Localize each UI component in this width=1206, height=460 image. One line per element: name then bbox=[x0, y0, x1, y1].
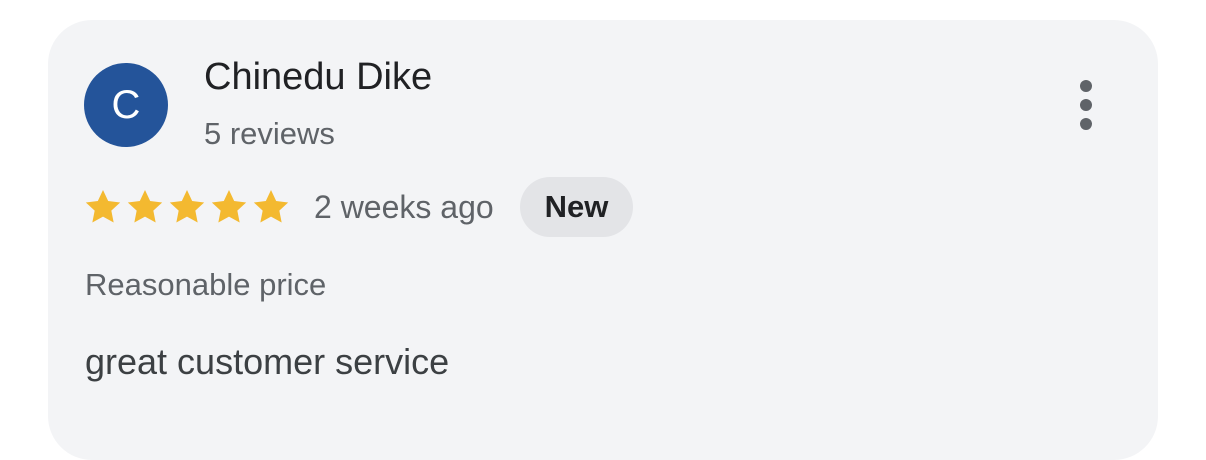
author-review-count[interactable]: 5 reviews bbox=[204, 116, 335, 152]
star-icon bbox=[169, 190, 205, 223]
avatar-initial: C bbox=[111, 82, 141, 127]
star-icon bbox=[211, 190, 247, 223]
avatar[interactable]: C bbox=[84, 63, 168, 147]
new-badge: New bbox=[519, 177, 634, 237]
more-options-button[interactable] bbox=[1064, 72, 1108, 138]
more-vert-icon bbox=[1080, 80, 1092, 92]
star-icon bbox=[85, 190, 121, 223]
review-text: great customer service bbox=[85, 341, 450, 382]
star-icon bbox=[253, 190, 289, 223]
review-time: 2 weeks ago bbox=[314, 188, 494, 225]
star-icon bbox=[127, 190, 163, 223]
review-attribute: Reasonable price bbox=[85, 267, 327, 302]
star-rating bbox=[82, 187, 292, 227]
rating-row: 2 weeks ago New bbox=[82, 177, 634, 237]
review-card: C Chinedu Dike 5 reviews 2 weeks ago New… bbox=[48, 20, 1158, 460]
author-name[interactable]: Chinedu Dike bbox=[204, 56, 432, 99]
